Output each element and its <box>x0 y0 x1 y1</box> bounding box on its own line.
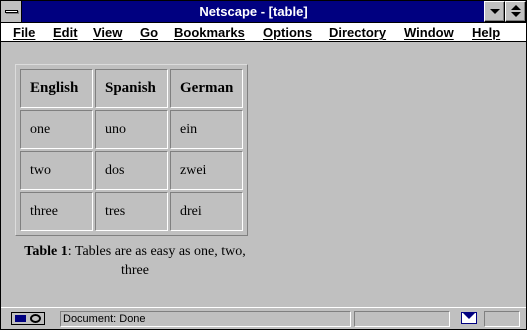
browser-window: Netscape - [table] File Edit View Go Boo… <box>0 0 527 330</box>
table-cell: ein <box>170 110 243 149</box>
menu-directory[interactable]: Directory <box>329 24 386 41</box>
key-icon <box>15 315 26 322</box>
status-bar: Document: Done <box>1 307 526 329</box>
system-menu-icon <box>5 10 18 13</box>
table-cell: tres <box>95 192 168 231</box>
progress-field <box>354 311 450 327</box>
table-cell: three <box>20 192 93 231</box>
table-cell: dos <box>95 151 168 190</box>
table-row: three tres drei <box>20 192 243 231</box>
minimize-icon <box>490 9 500 14</box>
menu-file[interactable]: File <box>13 24 35 41</box>
header-english: English <box>20 69 93 108</box>
menu-window[interactable]: Window <box>404 24 454 41</box>
table-cell: one <box>20 110 93 149</box>
menu-edit[interactable]: Edit <box>53 24 78 41</box>
table-cell: drei <box>170 192 243 231</box>
menu-help[interactable]: Help <box>472 24 500 41</box>
system-menu-button[interactable] <box>1 1 22 22</box>
table-row: one uno ein <box>20 110 243 149</box>
header-spanish: Spanish <box>95 69 168 108</box>
window-title: Netscape - [table] <box>199 4 308 19</box>
restore-up-icon <box>511 5 521 10</box>
menu-options[interactable]: Options <box>263 24 312 41</box>
mail-icon[interactable] <box>461 312 477 324</box>
table-row: two dos zwei <box>20 151 243 190</box>
table-cell: zwei <box>170 151 243 190</box>
status-extra-field <box>484 311 520 327</box>
menu-go[interactable]: Go <box>140 24 158 41</box>
menu-bookmarks[interactable]: Bookmarks <box>174 24 245 41</box>
minimize-button[interactable] <box>484 1 505 22</box>
language-table: English Spanish German one uno ein two d… <box>15 64 248 236</box>
table-header-row: English Spanish German <box>20 69 243 108</box>
status-message: Document: Done <box>60 311 351 327</box>
caption-label: Table 1 <box>24 244 68 259</box>
caption-text: : Tables are as easy as one, two, three <box>67 244 246 278</box>
lens-icon <box>30 314 41 323</box>
table-caption: Table 1: Tables are as easy as one, two,… <box>15 242 255 280</box>
header-german: German <box>170 69 243 108</box>
menu-view[interactable]: View <box>93 24 122 41</box>
title-bar: Netscape - [table] <box>1 1 526 23</box>
restore-down-icon <box>511 12 521 17</box>
document-view: English Spanish German one uno ein two d… <box>1 43 526 307</box>
table-cell: uno <box>95 110 168 149</box>
menu-bar: File Edit View Go Bookmarks Options Dire… <box>1 23 526 42</box>
table-cell: two <box>20 151 93 190</box>
security-key-icon <box>11 312 45 325</box>
maximize-button[interactable] <box>505 1 526 22</box>
